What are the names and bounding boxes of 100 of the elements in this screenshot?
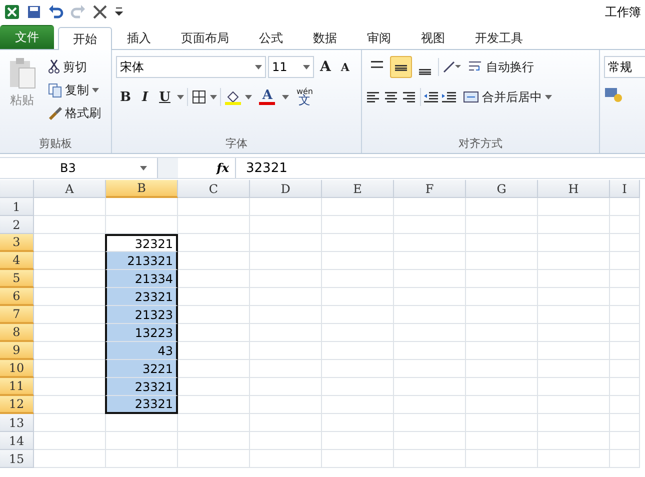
- merge-center-button[interactable]: 合并后居中: [459, 86, 556, 108]
- cell[interactable]: [466, 342, 538, 360]
- caret-icon[interactable]: [303, 64, 310, 70]
- redo-icon[interactable]: [70, 4, 86, 20]
- cell[interactable]: [106, 450, 178, 468]
- cell[interactable]: [250, 396, 322, 414]
- decrease-indent-icon[interactable]: [423, 89, 439, 105]
- cell[interactable]: [178, 270, 250, 288]
- cell[interactable]: 13223: [105, 324, 178, 342]
- ribbon-tab[interactable]: 开始: [58, 27, 112, 50]
- merge-cells-icon[interactable]: [463, 89, 479, 105]
- row-header[interactable]: 10: [0, 360, 34, 378]
- cell[interactable]: [322, 234, 394, 252]
- cell[interactable]: 23321: [105, 288, 178, 306]
- caret-icon[interactable]: [255, 64, 262, 70]
- cell[interactable]: [250, 324, 322, 342]
- column-header[interactable]: B: [106, 180, 178, 198]
- fill-bucket-icon[interactable]: [224, 89, 242, 105]
- paste-clipboard-icon[interactable]: [7, 56, 37, 90]
- cell[interactable]: [34, 450, 106, 468]
- cut-button[interactable]: 剪切: [44, 56, 105, 78]
- align-left-icon[interactable]: [366, 89, 382, 105]
- number-format-dropdown[interactable]: 常规: [604, 56, 645, 78]
- row-header[interactable]: 1: [0, 198, 34, 216]
- cell[interactable]: [466, 360, 538, 378]
- column-header[interactable]: A: [34, 180, 106, 198]
- cell[interactable]: [178, 360, 250, 378]
- cell[interactable]: [34, 414, 106, 432]
- cell[interactable]: [610, 360, 640, 378]
- cell[interactable]: [394, 414, 466, 432]
- cell[interactable]: [322, 450, 394, 468]
- cell[interactable]: [466, 234, 538, 252]
- row-header[interactable]: 5: [0, 270, 34, 288]
- select-all-corner[interactable]: [0, 180, 34, 198]
- bold-button[interactable]: B: [116, 86, 135, 108]
- cell[interactable]: [466, 432, 538, 450]
- cell[interactable]: 23321: [105, 378, 178, 396]
- cell[interactable]: [178, 414, 250, 432]
- cell[interactable]: [178, 450, 250, 468]
- cell[interactable]: [466, 414, 538, 432]
- cell[interactable]: [610, 216, 640, 234]
- cell[interactable]: [538, 360, 610, 378]
- cell[interactable]: [178, 342, 250, 360]
- cell[interactable]: [250, 432, 322, 450]
- cell[interactable]: [178, 216, 250, 234]
- cell[interactable]: [610, 198, 640, 216]
- cell[interactable]: [610, 324, 640, 342]
- cell[interactable]: [538, 396, 610, 414]
- cell[interactable]: [394, 432, 466, 450]
- cell[interactable]: [394, 288, 466, 306]
- cell[interactable]: [538, 324, 610, 342]
- cell[interactable]: [250, 414, 322, 432]
- cell[interactable]: [322, 216, 394, 234]
- cell[interactable]: [322, 378, 394, 396]
- cell[interactable]: [178, 234, 250, 252]
- cell[interactable]: [466, 216, 538, 234]
- column-header[interactable]: G: [466, 180, 538, 198]
- cell[interactable]: [394, 378, 466, 396]
- row-header[interactable]: 11: [0, 378, 34, 396]
- cell[interactable]: [610, 252, 640, 270]
- cell[interactable]: [322, 432, 394, 450]
- cell[interactable]: [394, 360, 466, 378]
- cell[interactable]: [610, 432, 640, 450]
- cell[interactable]: [34, 216, 106, 234]
- cell[interactable]: [538, 306, 610, 324]
- ribbon-tab[interactable]: 视图: [406, 26, 460, 49]
- row-header[interactable]: 7: [0, 306, 34, 324]
- cell[interactable]: [178, 378, 250, 396]
- orientation-icon[interactable]: [441, 59, 461, 75]
- cell[interactable]: [538, 450, 610, 468]
- cell[interactable]: [322, 306, 394, 324]
- underline-button[interactable]: U: [155, 86, 174, 108]
- cell[interactable]: [178, 396, 250, 414]
- cell[interactable]: [250, 288, 322, 306]
- cell[interactable]: 3221: [105, 360, 178, 378]
- font-color-button[interactable]: A: [255, 86, 280, 108]
- cell[interactable]: [610, 270, 640, 288]
- cell[interactable]: [178, 324, 250, 342]
- caret-icon[interactable]: [92, 88, 99, 92]
- cell[interactable]: [394, 306, 466, 324]
- spreadsheet-logo-icon[interactable]: [4, 4, 20, 20]
- cell[interactable]: [610, 342, 640, 360]
- cell[interactable]: [466, 270, 538, 288]
- cell[interactable]: [538, 378, 610, 396]
- cell[interactable]: [178, 198, 250, 216]
- cell[interactable]: [538, 432, 610, 450]
- cell[interactable]: 21334: [105, 270, 178, 288]
- cell[interactable]: [610, 396, 640, 414]
- cell[interactable]: [250, 234, 322, 252]
- cell[interactable]: [394, 342, 466, 360]
- file-tab[interactable]: 文件: [0, 25, 54, 49]
- cell[interactable]: [250, 252, 322, 270]
- caret-icon[interactable]: [210, 94, 218, 100]
- ribbon-tab[interactable]: 公式: [244, 26, 298, 49]
- cell[interactable]: [178, 432, 250, 450]
- cell[interactable]: [394, 252, 466, 270]
- cell[interactable]: [466, 378, 538, 396]
- cell[interactable]: [610, 414, 640, 432]
- cell[interactable]: [322, 270, 394, 288]
- cell[interactable]: [394, 396, 466, 414]
